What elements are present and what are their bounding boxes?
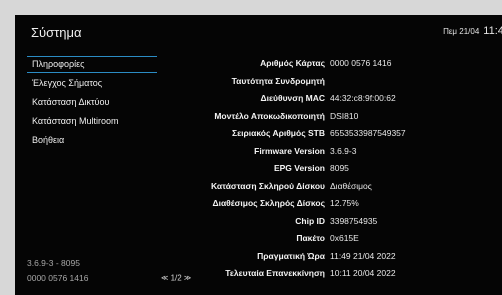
info-label: EPG Version — [273, 163, 325, 173]
info-value: Διαθέσιμος — [330, 180, 372, 191]
system-menu: Πληροφορίες Έλεγχος Σήματος Κατάσταση Δι… — [27, 55, 157, 150]
clock-time: 11:49 — [483, 25, 502, 37]
menu-item-network-status[interactable]: Κατάσταση Δικτύου — [27, 93, 157, 112]
menu-item-label: Έλεγχος Σήματος — [32, 78, 103, 88]
menu-item-help[interactable]: Βοήθεια — [27, 131, 157, 150]
info-label: Κατάσταση Σκληρού Δίσκου — [210, 180, 325, 191]
info-value: 3.6.9-3 — [330, 145, 357, 156]
info-row-chip-id: Chip ID 3398754935 — [155, 213, 495, 231]
info-value: 3398754935 — [330, 215, 378, 226]
info-row-hdd-available: Διαθέσιμος Σκληρός Δίσκος 12.75% — [155, 195, 495, 213]
menu-item-label: Κατάσταση Δικτύου — [32, 97, 110, 107]
info-label: Διεύθυνση MAC — [260, 93, 325, 103]
info-row-hdd-status: Κατάσταση Σκληρού Δίσκου Διαθέσιμος — [155, 178, 495, 196]
clock-date: Πεμ 21/04 — [443, 27, 480, 36]
info-value: 12.75% — [330, 198, 359, 208]
info-value: 44:32:c8:9f:00:62 — [330, 93, 396, 103]
info-label: Firmware Version — [254, 145, 325, 156]
system-info-table: Αριθμός Κάρτας 0000 0576 1416 Ταυτότητα Σ… — [155, 55, 495, 283]
menu-item-label: Πληροφορίες — [32, 59, 85, 69]
info-value: 8095 — [330, 163, 349, 173]
info-value: 0x615E — [330, 233, 359, 243]
tv-screen: Σύστημα Πεμ 21/0411:49 Πληροφορίες Έλεγχ… — [15, 15, 502, 295]
menu-item-signal-check[interactable]: Έλεγχος Σήματος — [27, 74, 157, 93]
info-row-stb-serial: Σειριακός Αριθμός STB 6553533987549357 — [155, 125, 495, 143]
info-row-card-number: Αριθμός Κάρτας 0000 0576 1416 — [155, 55, 495, 73]
info-row-decoder-model: Μοντέλο Αποκωδικοποιητή DSI810 — [155, 108, 495, 126]
info-row-epg-version: EPG Version 8095 — [155, 160, 495, 178]
page-pager: ≪ 1/2 ≫ — [161, 273, 191, 282]
info-value: DSI810 — [330, 110, 359, 121]
info-value: 10:11 20/04 2022 — [330, 268, 396, 278]
info-row-subscriber-id: Ταυτότητα Συνδρομητή — [155, 73, 495, 91]
menu-item-multiroom-status[interactable]: Κατάσταση Multiroom — [27, 112, 157, 131]
double-left-arrow-icon[interactable]: ≪ — [161, 275, 168, 282]
menu-item-label: Βοήθεια — [32, 135, 65, 145]
info-label: Αριθμός Κάρτας — [260, 58, 325, 68]
info-row-mac-address: Διεύθυνση MAC 44:32:c8:9f:00:62 — [155, 90, 495, 108]
footer-version: 3.6.9-3 - 8095 — [27, 258, 80, 268]
info-label: Σειριακός Αριθμός STB — [232, 128, 325, 138]
menu-item-info[interactable]: Πληροφορίες — [27, 55, 157, 74]
info-value: 6553533987549357 — [330, 128, 406, 138]
info-label: Chip ID — [295, 215, 325, 226]
info-label: Πραγματική Ώρα — [257, 250, 325, 261]
info-value: 11:49 21/04 2022 — [330, 250, 396, 261]
page-title: Σύστημα — [31, 25, 82, 40]
info-label: Μοντέλο Αποκωδικοποιητή — [214, 110, 325, 121]
footer-info: 3.6.9-3 - 8095 0000 0576 1416 — [27, 256, 88, 286]
info-label: Διαθέσιμος Σκληρός Δίσκος — [212, 198, 325, 208]
menu-item-label: Κατάσταση Multiroom — [32, 116, 119, 126]
footer-card-number: 0000 0576 1416 — [27, 273, 89, 283]
info-row-last-restart: Τελευταία Επανεκκίνηση 10:11 20/04 2022 — [155, 265, 495, 283]
clock: Πεμ 21/0411:49 — [443, 25, 502, 37]
info-label: Πακέτο — [296, 233, 325, 243]
double-right-arrow-icon[interactable]: ≫ — [184, 275, 191, 282]
info-row-firmware-version: Firmware Version 3.6.9-3 — [155, 143, 495, 161]
page-indicator: 1/2 — [170, 273, 182, 283]
info-value: 0000 0576 1416 — [330, 58, 392, 68]
info-row-package: Πακέτο 0x615E — [155, 230, 495, 248]
info-row-real-time: Πραγματική Ώρα 11:49 21/04 2022 — [155, 248, 495, 266]
info-label: Ταυτότητα Συνδρομητή — [231, 75, 325, 86]
